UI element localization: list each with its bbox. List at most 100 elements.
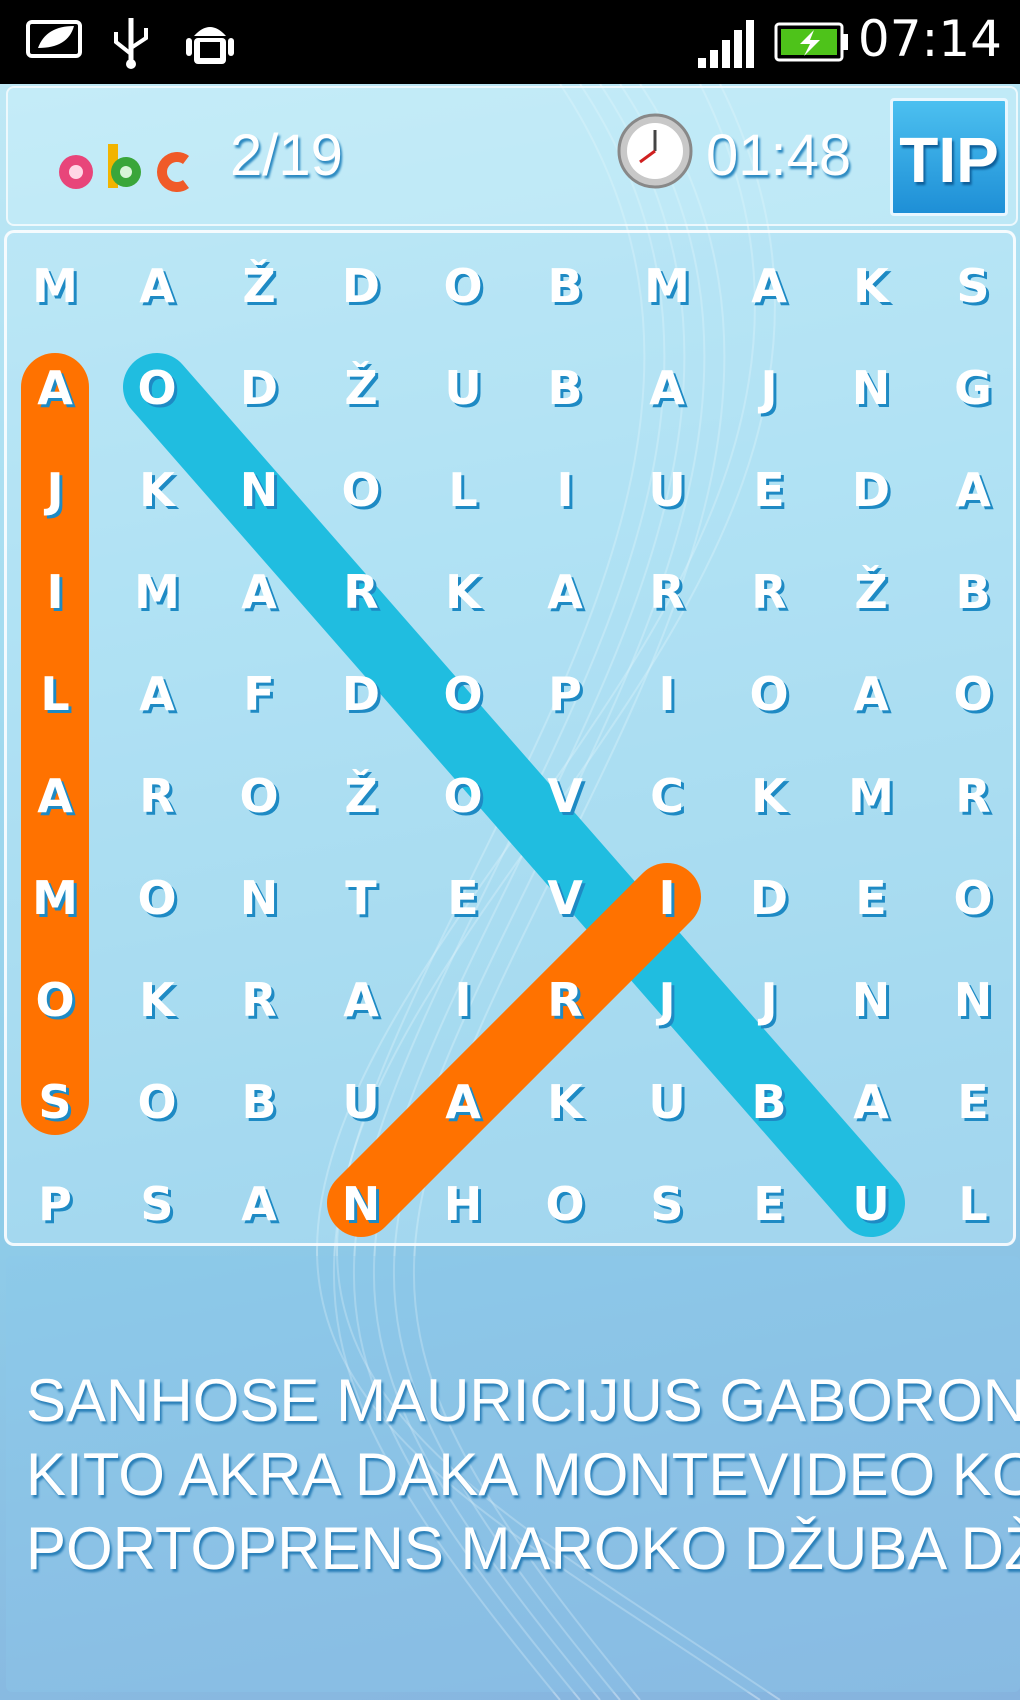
grid-letter-cell[interactable]: B xyxy=(955,565,990,619)
grid-letter-cell[interactable]: E xyxy=(753,463,784,517)
grid-letter-cell[interactable]: O xyxy=(137,1075,176,1129)
grid-letter-cell[interactable]: H xyxy=(444,1177,483,1231)
grid-letter-cell[interactable]: J xyxy=(655,973,675,1027)
grid-letter-cell[interactable]: O xyxy=(239,769,278,823)
grid-letter-cell[interactable]: Ž xyxy=(242,259,275,313)
grid-letter-cell[interactable]: R xyxy=(139,769,174,823)
grid-letter-cell[interactable]: K xyxy=(853,259,891,313)
grid-letter-cell[interactable]: A xyxy=(139,667,175,721)
grid-letter-cell[interactable]: T xyxy=(345,871,377,925)
grid-letter-cell[interactable]: S xyxy=(140,1177,173,1231)
grid-canvas[interactable]: MM AA ŽŽ DD OO BB MM AA KK SSAA OO DD ŽŽ UU BB AA JJ NN GG… xyxy=(7,233,1019,1249)
grid-letter-cell[interactable]: A xyxy=(37,361,73,415)
grid-letter-cell[interactable]: E xyxy=(753,1177,784,1231)
grid-letter-cell[interactable]: I xyxy=(454,973,471,1027)
grid-letter-cell[interactable]: K xyxy=(139,463,177,517)
grid-letter-cell[interactable]: I xyxy=(658,667,675,721)
grid-letter-cell[interactable]: A xyxy=(37,769,73,823)
grid-letter-cell[interactable]: U xyxy=(342,1075,379,1129)
grid-letter-cell[interactable]: A xyxy=(547,565,583,619)
grid-letter-cell[interactable]: A xyxy=(853,667,889,721)
grid-letter-cell[interactable]: B xyxy=(547,259,582,313)
grid-letter-cell[interactable]: E xyxy=(957,1075,988,1129)
grid-letter-cell[interactable]: E xyxy=(447,871,478,925)
grid-letter-cell[interactable]: B xyxy=(547,361,582,415)
grid-letter-cell[interactable]: Ž xyxy=(344,769,377,823)
grid-letter-cell[interactable]: J xyxy=(757,361,777,415)
grid-letter-cell[interactable]: K xyxy=(751,769,789,823)
grid-letter-cell[interactable]: O xyxy=(137,361,176,415)
grid-letter-cell[interactable]: O xyxy=(443,259,482,313)
grid-letter-cell[interactable]: D xyxy=(342,667,380,721)
grid-letter-cell[interactable]: V xyxy=(547,871,583,925)
grid-letter-cell[interactable]: R xyxy=(241,973,276,1027)
grid-letter-cell[interactable]: M xyxy=(848,769,894,823)
grid-letter-cell[interactable]: A xyxy=(445,1075,481,1129)
grid-letter-cell[interactable]: R xyxy=(649,565,684,619)
grid-letter-cell[interactable]: F xyxy=(243,667,274,721)
grid-letter-cell[interactable]: P xyxy=(548,667,582,721)
grid-letter-cell[interactable]: L xyxy=(448,463,477,517)
grid-letter-cell[interactable]: P xyxy=(38,1177,72,1231)
grid-letter-cell[interactable]: I xyxy=(46,565,63,619)
grid-letter-cell[interactable]: R xyxy=(547,973,582,1027)
grid-letter-cell[interactable]: G xyxy=(954,361,992,415)
grid-letter-cell[interactable]: S xyxy=(38,1075,71,1129)
grid-letter-cell[interactable]: M xyxy=(32,259,78,313)
grid-letter-cell[interactable]: I xyxy=(658,871,675,925)
grid-letter-cell[interactable]: O xyxy=(443,769,482,823)
tip-button[interactable]: TIP xyxy=(890,98,1008,216)
grid-letter-cell[interactable]: A xyxy=(853,1075,889,1129)
grid-letter-cell[interactable]: M xyxy=(134,565,180,619)
grid-letter-cell[interactable]: R xyxy=(751,565,786,619)
grid-letter-cell[interactable]: A xyxy=(343,973,379,1027)
grid-letter-cell[interactable]: U xyxy=(444,361,481,415)
grid-letter-cell[interactable]: D xyxy=(750,871,788,925)
grid-letter-cell[interactable]: J xyxy=(43,463,63,517)
grid-letter-cell[interactable]: O xyxy=(749,667,788,721)
grid-letter-cell[interactable]: A xyxy=(751,259,787,313)
grid-letter-cell[interactable]: L xyxy=(40,667,69,721)
grid-letter-cell[interactable]: I xyxy=(556,463,573,517)
grid-letter-cell[interactable]: D xyxy=(342,259,380,313)
grid-letter-cell[interactable]: Ž xyxy=(344,361,377,415)
grid-letter-cell[interactable]: O xyxy=(953,667,992,721)
grid-letter-cell[interactable]: J xyxy=(757,973,777,1027)
grid-letter-cell[interactable]: O xyxy=(35,973,74,1027)
grid-letter-cell[interactable]: S xyxy=(956,259,989,313)
grid-letter-cell[interactable]: O xyxy=(953,871,992,925)
grid-letter-cell[interactable]: A xyxy=(139,259,175,313)
grid-letter-cell[interactable]: A xyxy=(241,1177,277,1231)
grid-letter-cell[interactable]: O xyxy=(137,871,176,925)
grid-letter-cell[interactable]: D xyxy=(240,361,278,415)
grid-letter-cell[interactable]: R xyxy=(955,769,990,823)
grid-letter-cell[interactable]: A xyxy=(241,565,277,619)
grid-letter-cell[interactable]: A xyxy=(955,463,991,517)
grid-letter-cell[interactable]: K xyxy=(547,1075,585,1129)
grid-letter-cell[interactable]: U xyxy=(648,1075,685,1129)
grid-letter-cell[interactable]: A xyxy=(649,361,685,415)
grid-letter-cell[interactable]: R xyxy=(343,565,378,619)
grid-letter-cell[interactable]: O xyxy=(545,1177,584,1231)
grid-letter-cell[interactable]: V xyxy=(547,769,583,823)
grid-letter-cell[interactable]: O xyxy=(443,667,482,721)
grid-letter-cell[interactable]: N xyxy=(240,463,279,517)
grid-letter-cell[interactable]: K xyxy=(139,973,177,1027)
grid-letter-cell[interactable]: B xyxy=(241,1075,276,1129)
grid-letter-cell[interactable]: N xyxy=(240,871,279,925)
grid-letter-cell[interactable]: U xyxy=(852,1177,889,1231)
grid-letter-cell[interactable]: N xyxy=(852,973,891,1027)
grid-letter-cell[interactable]: L xyxy=(958,1177,987,1231)
grid-letter-cell[interactable]: S xyxy=(650,1177,683,1231)
grid-letter-cell[interactable]: N xyxy=(342,1177,381,1231)
grid-letter-cell[interactable]: U xyxy=(648,463,685,517)
grid-letter-cell[interactable]: N xyxy=(852,361,891,415)
grid-letter-cell[interactable]: D xyxy=(852,463,890,517)
grid-letter-cell[interactable]: Ž xyxy=(854,565,887,619)
grid-letter-cell[interactable]: B xyxy=(751,1075,786,1129)
word-search-grid[interactable]: MMAAŽŽDDOOBBMMAAKKSSAAOODDŽŽUUBBAAJJNNGG… xyxy=(4,230,1016,1246)
grid-letter-cell[interactable]: N xyxy=(954,973,993,1027)
grid-letter-cell[interactable]: M xyxy=(644,259,690,313)
grid-letter-cell[interactable]: E xyxy=(855,871,886,925)
grid-letter-cell[interactable]: C xyxy=(650,769,684,823)
